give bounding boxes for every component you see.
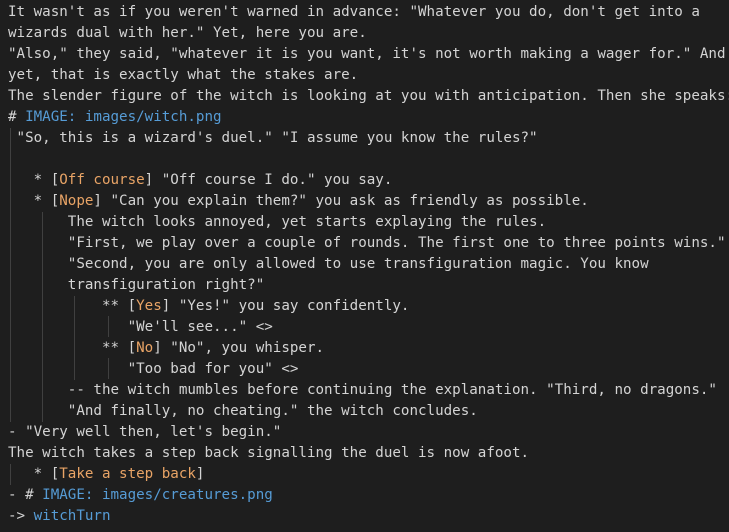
code-line: "So, this is a wizard's duel." "I assume… <box>8 128 538 149</box>
divert-target-link[interactable]: witchTurn <box>34 508 111 524</box>
choice-text: ] "Off course I do." you say. <box>144 172 393 188</box>
line-prefix: - # <box>8 487 43 503</box>
code-line: * [Off course] "Off course I do." you sa… <box>8 170 393 191</box>
line-text: "And finally, no cheating." the witch co… <box>8 403 478 419</box>
code-line: * [Take a step back] <box>8 464 205 485</box>
code-editor[interactable]: It wasn't as if you weren't warned in ad… <box>0 0 729 532</box>
line-text: -- the witch mumbles before continuing t… <box>8 382 717 398</box>
code-line: The witch takes a step back signalling t… <box>8 443 529 464</box>
code-line: - # IMAGE: images/creatures.png <box>8 485 273 506</box>
code-line: - "Very well then, let's begin." <box>8 422 281 443</box>
code-line: -- the witch mumbles before continuing t… <box>8 380 717 401</box>
code-line: wizards dual with her." Yet, here you ar… <box>8 23 367 44</box>
choice-label: Off course <box>59 172 145 188</box>
line-text: "Too bad for you" <> <box>8 361 299 377</box>
line-text: "So, this is a wizard's duel." "I assume… <box>8 130 538 146</box>
code-line: "We'll see..." <> <box>8 317 273 338</box>
line-text: "We'll see..." <> <box>8 319 273 335</box>
choice-text: ] <box>195 466 205 482</box>
code-line: "Also," they said, "whatever it is you w… <box>8 44 726 65</box>
choice-text: ] "Yes!" you say confidently. <box>161 298 410 314</box>
line-text: "Second, you are only allowed to use tra… <box>8 256 649 272</box>
code-line: The slender figure of the witch is looki… <box>8 86 729 107</box>
choice-text: ] "No", you whisper. <box>153 340 325 356</box>
divert-arrow: -> <box>8 508 34 524</box>
code-line: * [Nope] "Can you explain them?" you ask… <box>8 191 589 212</box>
image-directive: IMAGE: images/creatures.png <box>42 487 273 503</box>
choice-prefix: * [ <box>8 466 60 482</box>
line-text: The slender figure of the witch is looki… <box>8 88 729 104</box>
code-line: "And finally, no cheating." the witch co… <box>8 401 478 422</box>
code-line: -> witchTurn <box>8 506 111 527</box>
code-line: # IMAGE: images/witch.png <box>8 107 222 128</box>
line-text: yet, that is exactly what the stakes are… <box>8 67 359 83</box>
code-line: The witch looks annoyed, yet starts expl… <box>8 212 546 233</box>
code-line: It wasn't as if you weren't warned in ad… <box>8 2 700 23</box>
line-text: The witch looks annoyed, yet starts expl… <box>8 214 547 230</box>
choice-prefix: * [ <box>8 193 60 209</box>
code-line: "Second, you are only allowed to use tra… <box>8 254 649 275</box>
code-line: yet, that is exactly what the stakes are… <box>8 65 358 86</box>
choice-label: No <box>136 340 154 356</box>
line-text: The witch takes a step back signalling t… <box>8 445 530 461</box>
line-text: - "Very well then, let's begin." <box>8 424 282 440</box>
choice-text: ] "Can you explain them?" you ask as fri… <box>93 193 589 209</box>
choice-prefix: * [ <box>8 172 60 188</box>
code-line: transfiguration right?" <box>8 275 264 296</box>
code-line: ** [No] "No", you whisper. <box>8 338 324 359</box>
line-text: It wasn't as if you weren't warned in ad… <box>8 4 700 20</box>
line-text: transfiguration right?" <box>8 277 265 293</box>
line-text: "Also," they said, "whatever it is you w… <box>8 46 726 62</box>
line-text: wizards dual with her." Yet, here you ar… <box>8 25 367 41</box>
choice-prefix: ** [ <box>8 298 137 314</box>
code-line: ** [Yes] "Yes!" you say confidently. <box>8 296 410 317</box>
line-text: "First, we play over a couple of rounds.… <box>8 235 726 251</box>
code-line: "First, we play over a couple of rounds.… <box>8 233 726 254</box>
choice-label: Take a step back <box>59 466 196 482</box>
choice-label: Nope <box>59 193 94 209</box>
choice-label: Yes <box>136 298 162 314</box>
image-directive: IMAGE: images/witch.png <box>25 109 222 125</box>
choice-prefix: ** [ <box>8 340 137 356</box>
code-line: "Too bad for you" <> <box>8 359 299 380</box>
line-prefix: # <box>8 109 26 125</box>
